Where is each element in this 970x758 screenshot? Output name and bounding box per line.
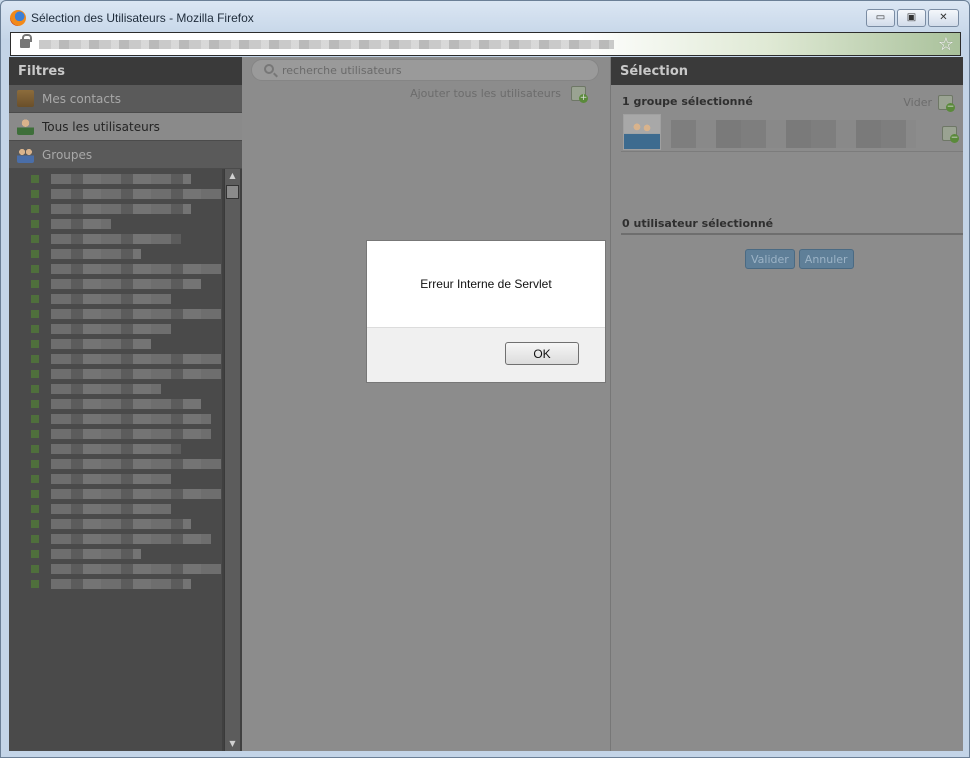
bookmark-star-icon[interactable]: ☆ bbox=[938, 34, 954, 55]
close-button[interactable]: ✕ bbox=[928, 9, 959, 27]
window-controls: ▭ ▣ ✕ bbox=[866, 9, 959, 27]
minimize-button[interactable]: ▭ bbox=[866, 9, 895, 27]
redacted-url bbox=[39, 40, 614, 49]
browser-window: Sélection des Utilisateurs - Mozilla Fir… bbox=[0, 0, 970, 758]
address-bar[interactable]: ☆ bbox=[10, 32, 961, 56]
modal-overlay bbox=[9, 57, 963, 751]
title-bar: Sélection des Utilisateurs - Mozilla Fir… bbox=[1, 1, 969, 33]
ok-button[interactable]: OK bbox=[505, 342, 579, 365]
error-dialog: Erreur Interne de Servlet OK bbox=[366, 240, 606, 383]
error-message: Erreur Interne de Servlet bbox=[420, 277, 552, 291]
lock-icon bbox=[20, 34, 32, 48]
restore-button[interactable]: ▣ bbox=[897, 9, 926, 27]
dialog-footer: OK bbox=[367, 327, 605, 382]
window-title: Sélection des Utilisateurs - Mozilla Fir… bbox=[31, 11, 254, 25]
firefox-icon bbox=[10, 10, 26, 26]
